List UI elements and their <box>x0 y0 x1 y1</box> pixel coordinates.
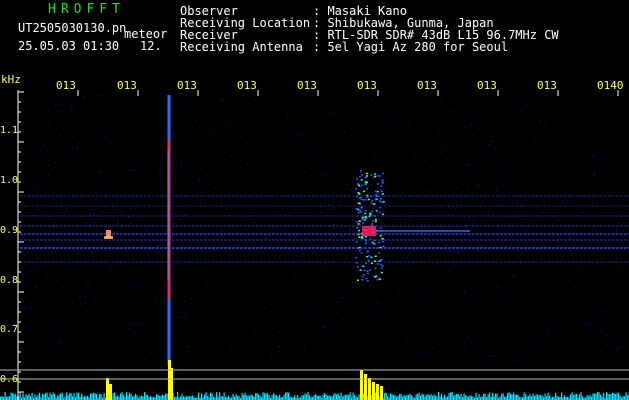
hrofft-logo: HROFFT <box>48 2 125 17</box>
x-tick-label: 013 <box>537 79 557 92</box>
date-time: 25.05.03 01:30 <box>18 39 120 53</box>
file-name: UT2505030130.pn <box>18 21 127 35</box>
y-tick-label: 0.6 <box>0 374 19 385</box>
x-tick-label: 013 <box>477 79 497 92</box>
level-value: 12. <box>140 39 162 53</box>
x-tick-label: 0140 <box>597 79 624 92</box>
x-tick-label: 013 <box>56 79 76 92</box>
x-tick-label: 013 <box>237 79 257 92</box>
y-tick-label: 1.1 <box>0 125 19 136</box>
spectrogram-canvas <box>0 0 629 400</box>
info-label-antenna: Receiving Antenna <box>180 40 303 54</box>
axis-unit-label: kHz <box>1 73 21 86</box>
x-tick-label: 013 <box>117 79 137 92</box>
x-tick-label: 013 <box>417 79 437 92</box>
y-tick-label: 0.7 <box>0 324 19 335</box>
x-tick-label: 013 <box>297 79 317 92</box>
y-tick-label: 0.8 <box>0 275 19 286</box>
y-tick-label: 1.0 <box>0 175 19 186</box>
y-tick-label: 0.9 <box>0 225 19 236</box>
x-tick-label: 013 <box>357 79 377 92</box>
info-value-antenna: : 5el Yagi Az 280 for Seoul <box>313 40 509 54</box>
x-tick-label: 013 <box>177 79 197 92</box>
